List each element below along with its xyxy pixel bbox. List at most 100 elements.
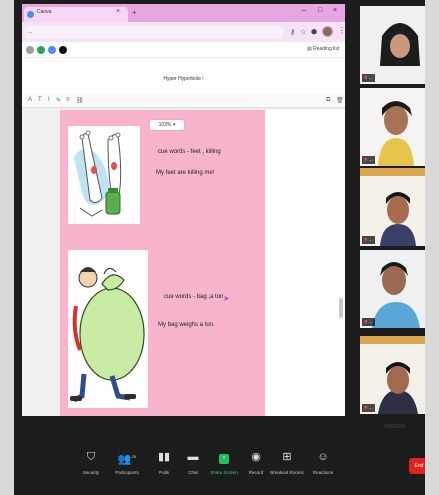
share-screen-label: Share Screen: [210, 470, 238, 475]
reading-list-label: Reading list: [313, 46, 340, 52]
tab-label: Canva: [37, 9, 52, 15]
record-icon: ◉: [251, 451, 261, 463]
delete-icon[interactable]: 🗑: [336, 97, 344, 104]
zoom-meeting-window: Canva × + – □ × ... ⚷ ☆ ⬢ ⋮ ▤ Reading li…: [14, 0, 425, 495]
participants-button[interactable]: 👥25 Participants: [110, 450, 144, 475]
participant-tile[interactable]: ✖...: [360, 250, 425, 328]
text-color-icon[interactable]: A: [28, 97, 32, 103]
vertical-scrollbar[interactable]: [339, 298, 343, 318]
pen-icon[interactable]: ✎: [56, 97, 61, 104]
example-sentence-2[interactable]: My bag weighs a ton.: [158, 322, 215, 328]
participant-name-label: ✖...: [362, 318, 375, 326]
bag-drawing: [70, 267, 145, 403]
bookmark-icon[interactable]: [59, 46, 67, 54]
participant-name: ...: [368, 75, 373, 80]
url-field[interactable]: ...: [24, 26, 284, 39]
reactions-icon: ☺: [317, 451, 329, 463]
link-icon[interactable]: ⛓: [76, 97, 84, 104]
bookmarks-bar: ▤ Reading list: [22, 42, 345, 58]
side-panel: [265, 110, 345, 416]
participant-video: [360, 6, 425, 84]
zoom-level-value: 103%: [158, 122, 172, 128]
participant-tile[interactable]: ✖...: [360, 336, 425, 414]
shared-browser-window: Canva × + – □ × ... ⚷ ☆ ⬢ ⋮ ▤ Reading li…: [22, 4, 345, 416]
participant-video: [360, 336, 425, 414]
chat-icon: ▬: [187, 451, 199, 463]
participant-name: ...: [368, 157, 373, 162]
copy-icon[interactable]: ⧉: [326, 97, 330, 104]
chat-label: Chat: [188, 470, 198, 475]
participant-name-label: ✖...: [362, 404, 375, 412]
participant-name: ...: [368, 319, 373, 324]
bookmark-star-icon[interactable]: ☆: [300, 28, 306, 36]
example-sentence-1[interactable]: My feet are killing me!: [156, 170, 214, 176]
slide-page[interactable]: 103% ▾ cue words - feet , killing My fee…: [60, 110, 265, 416]
breakout-rooms-icon: ⊞: [282, 451, 292, 463]
record-button[interactable]: ◉ Record: [239, 450, 273, 475]
security-button[interactable]: ⛉ Security: [74, 450, 108, 475]
extension-icon[interactable]: ⬢: [311, 28, 317, 36]
bag-illustration[interactable]: [68, 250, 148, 408]
new-tab-icon[interactable]: +: [132, 8, 137, 17]
participant-video: [360, 88, 425, 166]
url-text: ...: [28, 29, 33, 35]
reactions-label: Reactions: [312, 470, 333, 475]
participant-tile[interactable]: ✖...: [360, 6, 425, 84]
zoom-level[interactable]: 103% ▾: [150, 120, 184, 130]
document-title[interactable]: Hyper Hyperbole !: [22, 76, 345, 82]
muted-mic-icon: ✖: [364, 237, 368, 242]
participant-name-label: ✖...: [362, 74, 375, 82]
list-icon[interactable]: ≡: [66, 97, 70, 103]
participant-video: [360, 250, 425, 328]
participant-name-label: ✖...: [362, 236, 375, 244]
participant-name-label: ✖...: [362, 156, 375, 164]
reading-list[interactable]: ▤ Reading list: [307, 46, 339, 52]
share-screen-button[interactable]: ↑ Share Screen: [207, 450, 241, 475]
bookmark-icon[interactable]: [37, 46, 45, 54]
chat-button[interactable]: ▬ Chat: [176, 450, 210, 475]
reactions-button[interactable]: ☺ Reactions: [306, 450, 340, 475]
participant-tile[interactable]: ✖...: [360, 88, 425, 166]
feet-illustration[interactable]: [68, 126, 140, 224]
browser-tab[interactable]: Canva ×: [24, 7, 128, 22]
muted-mic-icon: ✖: [364, 157, 368, 162]
participant-name: ...: [368, 405, 373, 410]
browser-menu-icon[interactable]: ⋮: [338, 26, 345, 35]
mouse-cursor-icon: ➤: [223, 294, 230, 303]
profile-avatar[interactable]: [322, 26, 333, 37]
key-icon[interactable]: ⚷: [290, 28, 295, 36]
participants-icon: 👥25: [117, 453, 137, 466]
participant-video: [360, 168, 425, 246]
participants-label: Participants: [115, 470, 139, 475]
share-screen-icon: ↑: [207, 450, 241, 464]
meeting-controls: ⛉ Security 👥25 Participants ▮▮ Polls ▬ C…: [14, 428, 425, 495]
muted-mic-icon: ✖: [364, 405, 368, 410]
shield-icon: ⛉: [86, 451, 96, 463]
end-meeting-button[interactable]: End: [409, 458, 425, 474]
muted-mic-icon: ✖: [364, 75, 368, 80]
minimize-icon[interactable]: –: [302, 7, 306, 14]
cue-words-2[interactable]: cue words - bag ,a ton: [164, 294, 223, 300]
breakout-rooms-button[interactable]: ⊞ Breakout Rooms: [270, 450, 304, 475]
document-header: Hyper Hyperbole !: [22, 58, 345, 94]
cue-words-1[interactable]: cue words - feet , killing: [158, 149, 221, 155]
browser-tab-bar: Canva × + – □ ×: [22, 4, 345, 22]
italic-icon[interactable]: I: [48, 97, 50, 103]
maximize-icon[interactable]: □: [318, 7, 322, 14]
apps-icon[interactable]: [26, 46, 34, 54]
breakout-rooms-label: Breakout Rooms: [270, 470, 304, 475]
record-label: Record: [248, 470, 264, 475]
close-tab-icon[interactable]: ×: [116, 8, 120, 15]
participant-tile[interactable]: ✖...: [360, 168, 425, 246]
editor-canvas: 103% ▾ cue words - feet , killing My fee…: [22, 108, 345, 416]
bookmark-icon[interactable]: [48, 46, 56, 54]
close-window-icon[interactable]: ×: [333, 7, 337, 14]
participants-count: 25: [131, 454, 137, 459]
text-icon[interactable]: T: [38, 97, 42, 103]
muted-mic-icon: ✖: [364, 319, 368, 324]
canva-tab-icon: [27, 11, 34, 18]
address-bar: ... ⚷ ☆ ⬢ ⋮: [22, 22, 345, 42]
editor-toolbar: A T I ✎ ≡ ⛓ ⧉ 🗑: [22, 94, 345, 108]
participant-name: ...: [368, 237, 373, 242]
security-label: Security: [82, 470, 100, 475]
